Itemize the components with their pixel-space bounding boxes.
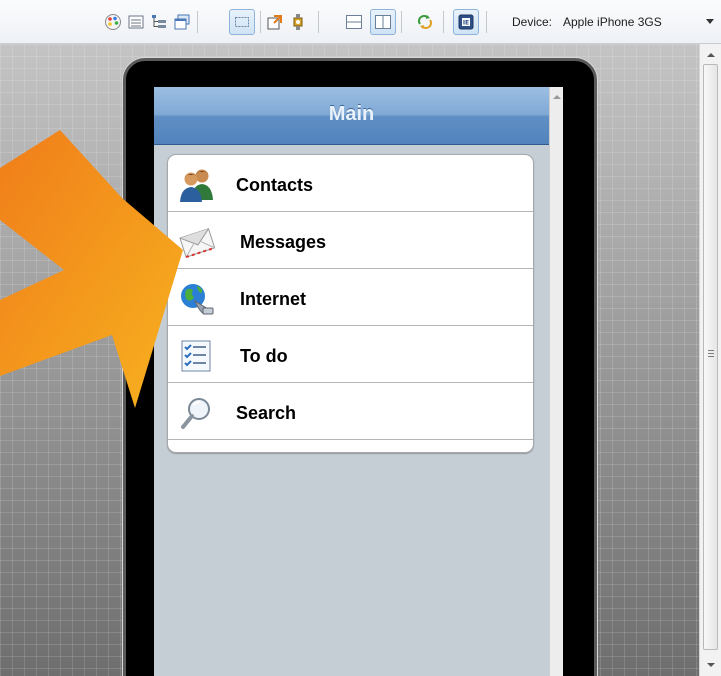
designer-toolbar: IE Device: Apple iPhone 3GS [0,0,721,44]
menu-item-messages[interactable]: Messages [168,212,533,269]
svg-text:IE: IE [463,20,469,27]
toolbar-separator [260,11,261,33]
device-frame-button[interactable]: IE [453,9,479,35]
menu-item-search[interactable]: Search [168,383,533,440]
export-icon[interactable] [266,13,284,31]
frame-toggle-button[interactable] [229,9,255,35]
palette-icon[interactable] [104,13,122,31]
device-frame-icon: IE [458,14,474,30]
split-vertical-button[interactable] [370,9,396,35]
list-view-icon[interactable] [127,13,145,31]
menu-item-contacts[interactable]: Contacts [168,155,533,212]
toolbar-separator [401,11,402,33]
window-stack-icon[interactable] [173,13,191,31]
menu-item-label: To do [240,346,288,366]
plugin-icon[interactable] [289,13,307,31]
toolbar-separator [197,11,198,33]
frame-icon [235,17,249,27]
highlight-arrow-icon [0,130,183,408]
scrollbar-thumb[interactable] [703,64,718,650]
toolbar-separator [443,11,444,33]
page-title: Main [328,103,375,125]
menu-item-label: Search [236,403,297,423]
menu-item-label: Messages [240,232,327,252]
menu-item-label: Contacts [236,175,314,195]
scroll-up-icon[interactable] [705,50,717,60]
refresh-icon[interactable] [416,13,434,31]
menu-item-internet[interactable]: Internet [168,269,533,326]
canvas-vertical-scrollbar[interactable] [699,44,721,676]
tree-view-icon[interactable] [150,13,168,31]
split-vertical-icon [375,15,391,29]
scroll-up-icon[interactable] [552,93,562,101]
device-select[interactable]: Apple iPhone 3GS [563,15,662,29]
scroll-down-icon[interactable] [705,660,717,670]
toolbar-separator [318,11,319,33]
screen-scrollbar[interactable] [549,87,563,676]
menu-item-todo[interactable]: To do [168,326,533,383]
menu-item-label: Internet [240,289,307,309]
split-horizontal-icon[interactable] [345,13,363,31]
toolbar-separator [486,11,487,33]
main-menu-list: Contacts Messages Internet To do Search [167,154,534,453]
grip-icon [708,350,714,359]
chevron-down-icon[interactable] [702,14,718,28]
device-label: Device: [512,15,553,29]
